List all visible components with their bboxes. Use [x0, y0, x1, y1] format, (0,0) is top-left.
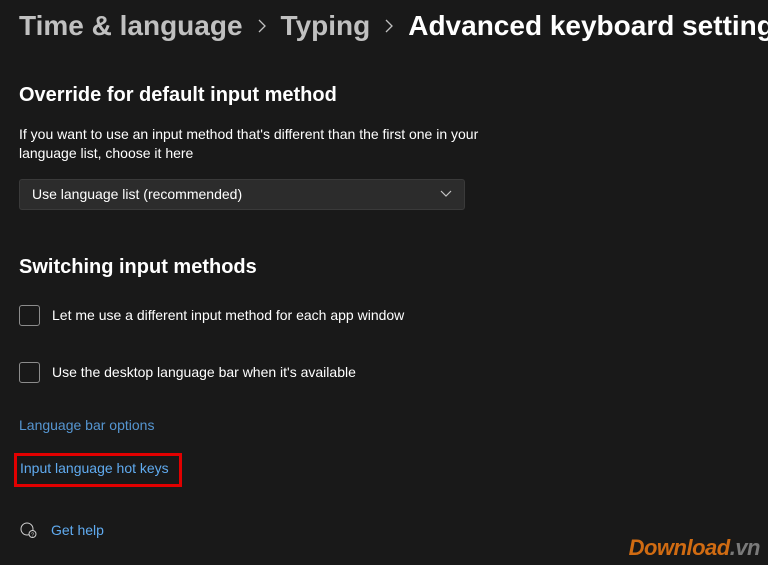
input-language-hotkeys-link[interactable]: Input language hot keys — [20, 460, 169, 476]
chevron-right-icon — [384, 19, 394, 33]
override-heading: Override for default input method — [19, 84, 749, 107]
watermark: Download.vn — [629, 535, 760, 561]
breadcrumb-time-language[interactable]: Time & language — [19, 10, 243, 42]
highlight-annotation: Input language hot keys — [14, 453, 182, 487]
override-description: If you want to use an input method that'… — [19, 125, 479, 163]
checkbox-per-app-label: Let me use a different input method for … — [52, 307, 404, 323]
language-bar-options-link[interactable]: Language bar options — [19, 417, 154, 433]
dropdown-selected-value: Use language list (recommended) — [32, 186, 242, 202]
checkbox-desktop-language-bar[interactable] — [19, 362, 40, 383]
switching-heading: Switching input methods — [19, 256, 749, 279]
help-icon: ? — [19, 521, 37, 539]
chevron-right-icon — [257, 19, 267, 33]
breadcrumb-advanced-keyboard: Advanced keyboard settings — [408, 10, 768, 42]
checkbox-desktop-language-bar-label: Use the desktop language bar when it's a… — [52, 364, 356, 380]
breadcrumb: Time & language Typing Advanced keyboard… — [19, 0, 749, 42]
chevron-down-icon — [440, 185, 452, 203]
checkbox-per-app-input[interactable] — [19, 305, 40, 326]
input-method-dropdown[interactable]: Use language list (recommended) — [19, 179, 465, 210]
svg-text:?: ? — [31, 532, 34, 538]
get-help-link[interactable]: ? Get help — [19, 521, 104, 539]
get-help-label: Get help — [51, 522, 104, 538]
breadcrumb-typing[interactable]: Typing — [281, 10, 371, 42]
